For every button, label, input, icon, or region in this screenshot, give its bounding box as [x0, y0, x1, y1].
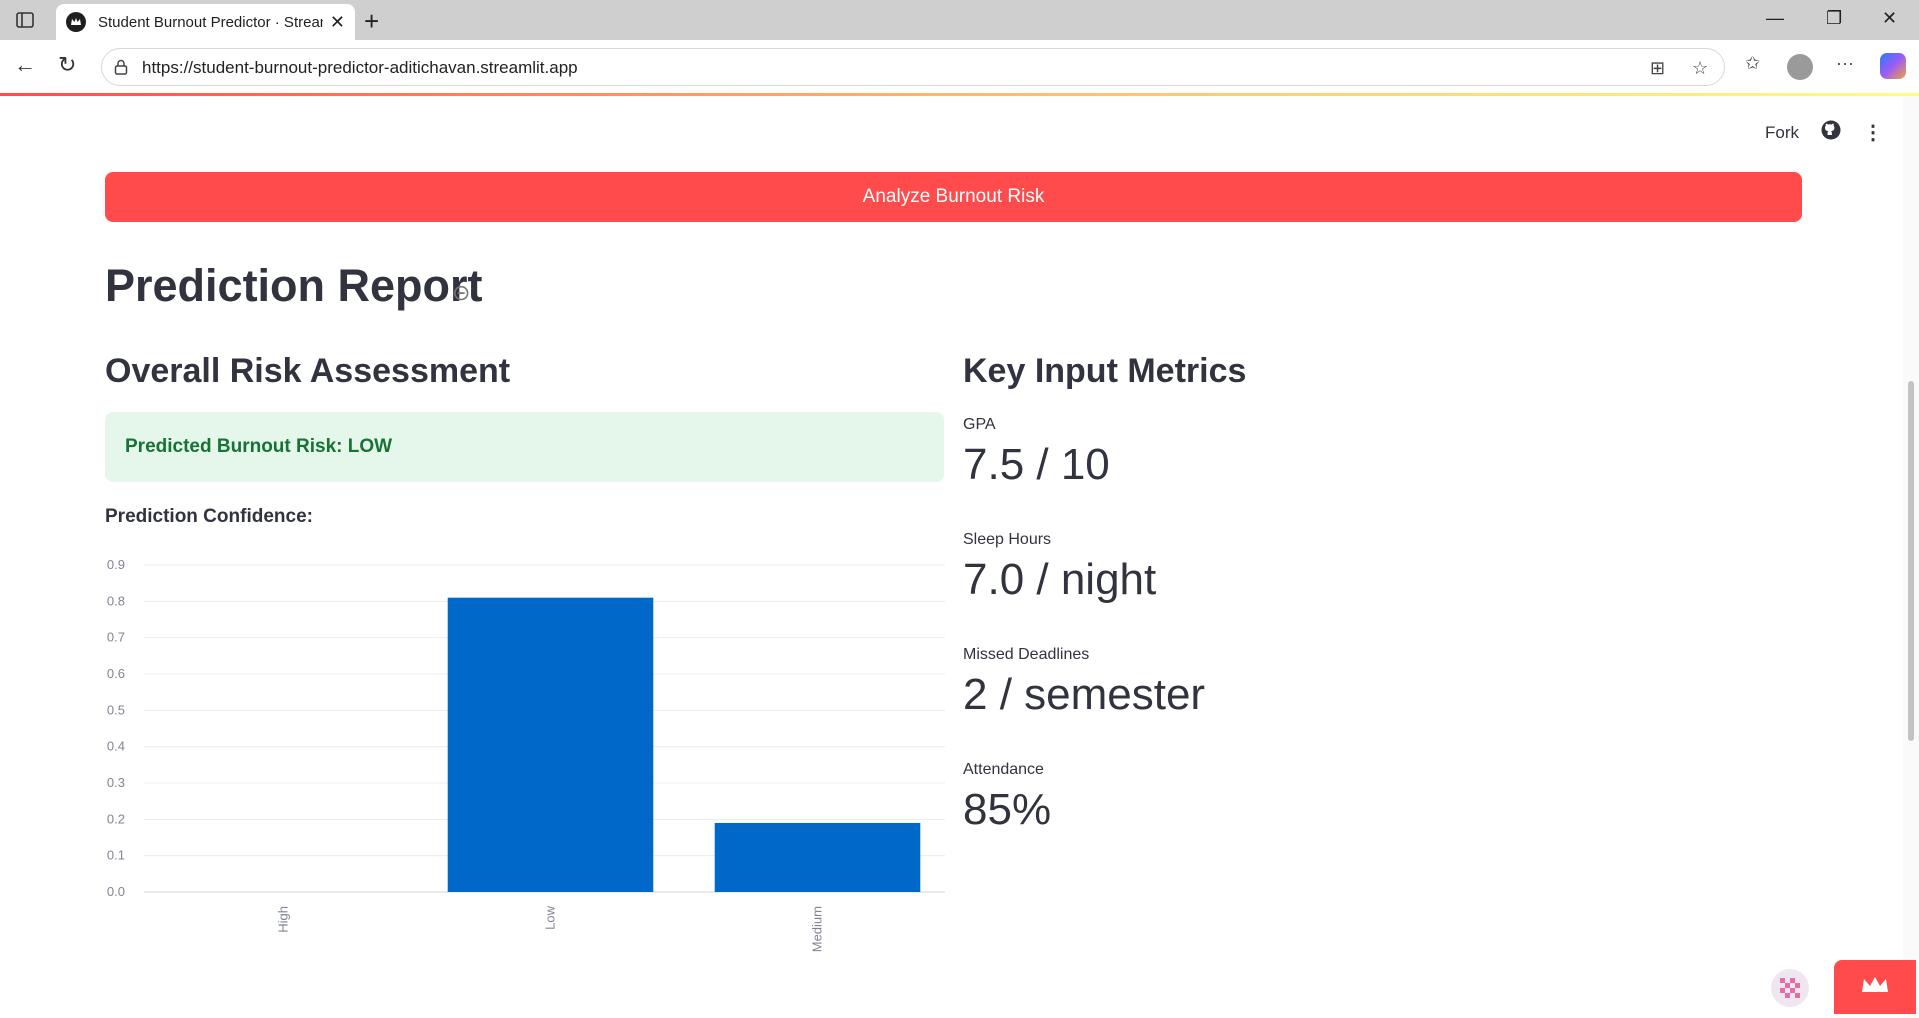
streamlit-viewer-badge-icon[interactable] — [1770, 968, 1810, 1008]
minimize-icon[interactable]: — — [1766, 8, 1784, 29]
address-bar[interactable]: https://student-burnout-predictor-aditic… — [101, 48, 1725, 86]
bar-medium — [714, 822, 921, 892]
apps-icon[interactable]: ⊞ — [1650, 58, 1665, 79]
app-header-actions: Fork ⋮ — [1765, 120, 1883, 145]
x-tick-label: High — [276, 906, 291, 933]
streamlit-app: Fork ⋮ Analyze Burnout Risk Prediction R… — [0, 96, 1903, 1018]
metric-label: Missed Deadlines — [963, 646, 1090, 663]
scrollbar-thumb[interactable] — [1908, 381, 1914, 741]
key-metrics-title: Key Input Metrics — [963, 352, 1247, 390]
y-tick-label: 0.8 — [107, 593, 125, 608]
metric-missed-deadlines: Missed Deadlines 2 / semester — [963, 646, 1205, 720]
back-arrow-icon[interactable]: ← — [14, 52, 36, 78]
link-anchor-icon[interactable]: ⊝ — [452, 280, 470, 306]
close-window-icon[interactable]: ✕ — [1882, 8, 1897, 29]
analyze-burnout-risk-button[interactable]: Analyze Burnout Risk — [105, 172, 1802, 222]
url-text[interactable]: https://student-burnout-predictor-aditic… — [142, 58, 578, 78]
chart-bars — [447, 597, 921, 892]
close-tab-icon[interactable]: ✕ — [330, 12, 345, 33]
metric-label: GPA — [963, 416, 996, 433]
y-tick-label: 0.0 — [107, 884, 125, 899]
metric-gpa: GPA 7.5 / 10 — [963, 416, 1110, 490]
y-tick-label: 0.5 — [107, 702, 125, 717]
main-menu-icon[interactable]: ⋮ — [1863, 120, 1883, 145]
metric-attendance: Attendance 85% — [963, 761, 1051, 835]
y-tick-label: 0.9 — [107, 557, 125, 572]
lock-icon[interactable] — [114, 59, 128, 80]
metric-value: 7.5 / 10 — [963, 440, 1110, 489]
restore-icon[interactable]: ❐ — [1826, 8, 1842, 29]
y-tick-label: 0.1 — [107, 848, 125, 863]
fork-button[interactable]: Fork — [1765, 123, 1799, 143]
confidence-label: Prediction Confidence: — [105, 506, 313, 527]
page-title: Prediction Report — [105, 260, 483, 311]
manage-app-button[interactable] — [1834, 960, 1916, 1014]
streamlit-crown-icon — [1860, 975, 1890, 1000]
metric-sleep-hours: Sleep Hours 7.0 / night — [963, 531, 1156, 605]
browser-tab-bar: Student Burnout Predictor · Streamlit ✕ … — [0, 0, 1919, 40]
streamlit-favicon-icon — [66, 12, 86, 32]
x-tick-label: Low — [543, 905, 558, 929]
favorites-icon[interactable]: ✩ — [1745, 53, 1760, 74]
risk-result-alert: Predicted Burnout Risk: LOW — [105, 412, 944, 482]
chart-y-ticks: 0.0 0.1 0.2 0.3 0.4 0.5 0.6 0.7 0.8 0.9 — [107, 557, 125, 899]
github-icon[interactable] — [1821, 120, 1841, 145]
y-tick-label: 0.2 — [107, 811, 125, 826]
reload-icon[interactable]: ↻ — [58, 52, 76, 78]
confidence-bar-chart: 0.0 0.1 0.2 0.3 0.4 0.5 0.6 0.7 0.8 0.9 High Low Me… — [107, 557, 945, 952]
overall-risk-title: Overall Risk Assessment — [105, 352, 511, 390]
browser-toolbar: ← ↻ https://student-burnout-predictor-ad… — [0, 40, 1919, 94]
sidebar-toggle-icon[interactable] — [13, 10, 37, 30]
metric-value: 7.0 / night — [963, 555, 1157, 604]
tab-title: Student Burnout Predictor · Streamlit — [98, 13, 323, 31]
chart-x-ticks: High Low Medium — [276, 905, 825, 952]
copilot-icon[interactable] — [1880, 53, 1906, 79]
profile-icon[interactable] — [1787, 54, 1813, 80]
x-tick-label: Medium — [810, 906, 825, 952]
y-tick-label: 0.7 — [107, 630, 125, 645]
bar-low — [447, 597, 654, 892]
page-scrollbar[interactable] — [1903, 96, 1919, 1018]
browser-tab[interactable]: Student Burnout Predictor · Streamlit ✕ — [56, 4, 355, 40]
y-tick-label: 0.3 — [107, 775, 125, 790]
metric-label: Sleep Hours — [963, 531, 1052, 548]
new-tab-icon[interactable]: + — [364, 6, 379, 37]
more-icon[interactable]: ··· — [1836, 53, 1854, 74]
metric-value: 85% — [963, 785, 1052, 834]
metric-label: Attendance — [963, 761, 1044, 778]
star-icon[interactable]: ☆ — [1692, 58, 1708, 79]
metric-value: 2 / semester — [963, 670, 1206, 719]
y-tick-label: 0.4 — [107, 739, 125, 754]
y-tick-label: 0.6 — [107, 666, 125, 681]
risk-result-text: Predicted Burnout Risk: LOW — [125, 436, 393, 457]
